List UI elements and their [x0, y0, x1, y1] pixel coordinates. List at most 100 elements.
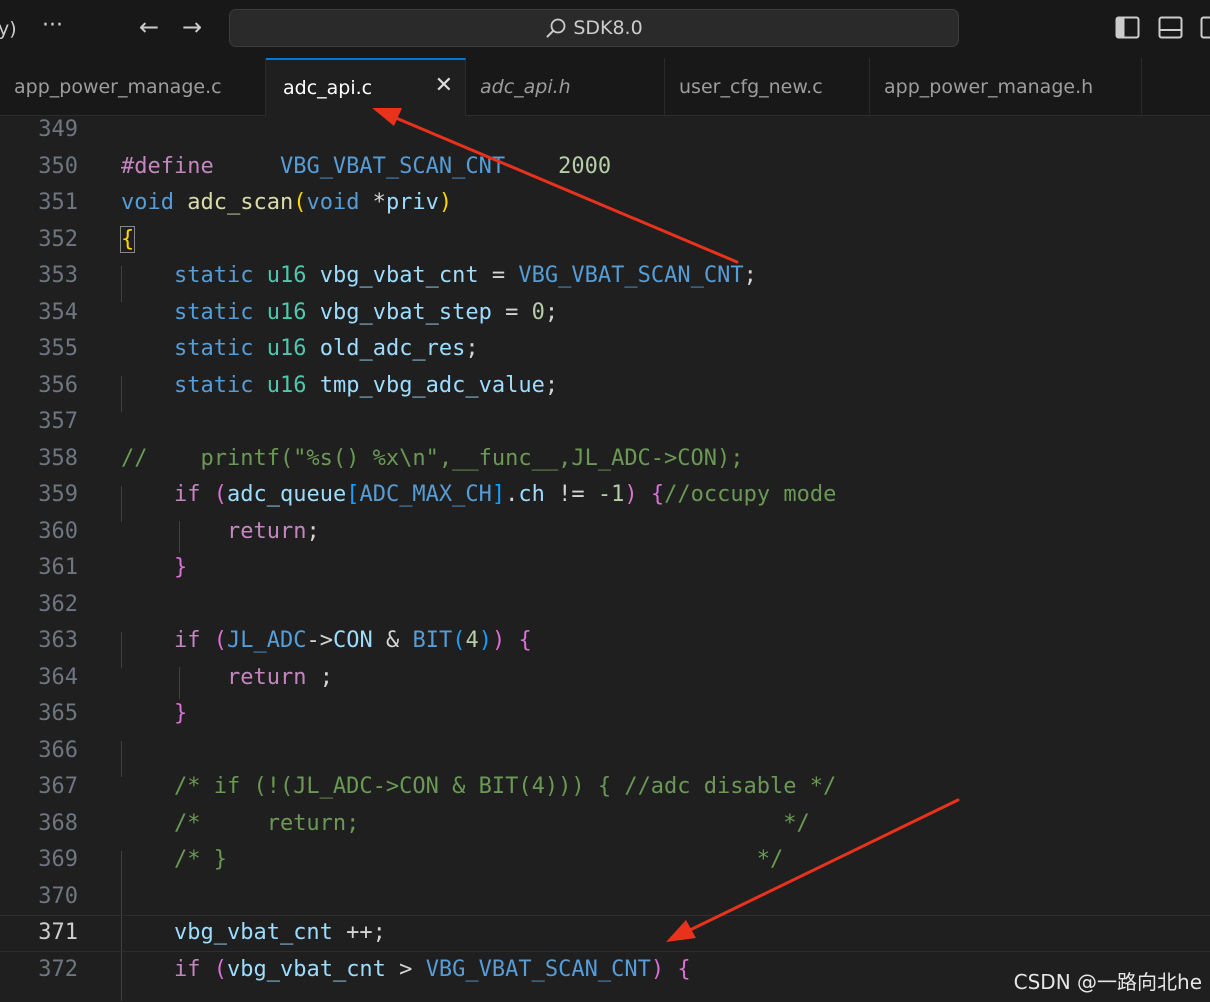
code-line[interactable]: 361 }: [0, 550, 1210, 587]
code-line[interactable]: 369 /* } */: [0, 842, 1210, 879]
code-line[interactable]: 352 {: [0, 222, 1210, 259]
code-line[interactable]: 349: [0, 116, 1210, 149]
line-number: 350: [38, 153, 78, 179]
code-text: if (adc_queue[ADC_MAX_CH].ch != -1) {//o…: [121, 477, 836, 514]
tab-adc-api-h[interactable]: adc_api.h: [466, 58, 665, 115]
tab-app-power-manage-c[interactable]: app_power_manage.c: [0, 58, 266, 115]
code-text: /* } */: [121, 842, 783, 879]
line-number: 354: [38, 299, 78, 325]
code-token: ;: [465, 336, 479, 361]
code-text: if (vbg_vbat_cnt > VBG_VBAT_SCAN_CNT) {: [121, 952, 691, 989]
code-line[interactable]: 350 #define VBG_VBAT_SCAN_CNT 2000: [0, 149, 1210, 186]
code-line[interactable]: 351 void adc_scan(void *priv): [0, 185, 1210, 222]
code-token: static: [173, 299, 254, 325]
code-token: VBG_VBAT_SCAN_CNT: [279, 153, 506, 179]
code-text: return;: [121, 514, 320, 551]
code-text: static u16 tmp_vbg_adc_value;: [121, 368, 558, 405]
code-text: static u16 vbg_vbat_cnt = VBG_VBAT_SCAN_…: [121, 258, 757, 295]
code-token: ): [491, 628, 506, 653]
code-token: VBG_VBAT_SCAN_CNT: [518, 263, 744, 288]
line-number: 364: [38, 664, 78, 690]
code-line[interactable]: 355 static u16 old_adc_res;: [0, 331, 1210, 368]
code-token: vbg_vbat_step: [319, 299, 492, 325]
code-token: adc_scan: [187, 190, 294, 215]
tab-label: app_power_manage.h: [884, 75, 1094, 98]
code-line[interactable]: 359 if (adc_queue[ADC_MAX_CH].ch != -1) …: [0, 477, 1210, 514]
code-line[interactable]: 354 static u16 vbg_vbat_step = 0;: [0, 295, 1210, 332]
code-token: ;: [743, 263, 757, 288]
code-line[interactable]: 365 }: [0, 696, 1210, 733]
tab-label: app_power_manage.c: [14, 75, 222, 98]
code-token: >: [385, 956, 426, 982]
code-token: void: [306, 190, 360, 215]
line-number: 368: [38, 810, 78, 836]
code-line[interactable]: 371 vbg_vbat_cnt ++;: [0, 915, 1210, 952]
code-token: u16: [266, 299, 307, 325]
code-line[interactable]: 368 /* return; */: [0, 806, 1210, 843]
back-arrow-icon[interactable]: ←: [139, 15, 159, 39]
code-token: {: [119, 225, 136, 253]
code-token: }: [173, 555, 188, 580]
code-line[interactable]: 362: [0, 587, 1210, 624]
code-line[interactable]: 356 static u16 tmp_vbg_adc_value;: [0, 368, 1210, 405]
code-text: static u16 old_adc_res;: [121, 331, 479, 368]
code-line[interactable]: 360 return;: [0, 514, 1210, 551]
code-token: static: [173, 263, 254, 288]
code-line[interactable]: 358 // printf("%s() %x\n",__func__,JL_ADC…: [0, 441, 1210, 478]
toggle-primary-sidebar-icon[interactable]: [1115, 16, 1141, 40]
tab-app-power-manage-h[interactable]: app_power_manage.h: [870, 58, 1142, 115]
code-line[interactable]: 363 if (JL_ADC->CON & BIT(4)) {: [0, 623, 1210, 660]
line-number: 365: [38, 701, 78, 726]
code-line[interactable]: 353 static u16 vbg_vbat_cnt = VBG_VBAT_S…: [0, 258, 1210, 295]
line-number: 359: [38, 482, 78, 507]
code-line[interactable]: 366: [0, 733, 1210, 770]
code-token: return: [226, 518, 307, 544]
code-token: ;: [306, 664, 333, 690]
code-line[interactable]: 364 return ;: [0, 660, 1210, 697]
code-line[interactable]: 367 /* if (!(JL_ADC->CON & BIT(4))) { //…: [0, 769, 1210, 806]
line-number: 358: [38, 445, 78, 471]
code-token: (: [213, 956, 227, 982]
editor-tab-bar: app_power_manage.c adc_api.c ✕ adc_api.h…: [0, 58, 1210, 116]
close-icon[interactable]: ✕: [435, 75, 453, 97]
code-token: vbg_vbat_cnt: [173, 920, 333, 945]
code-text: if (JL_ADC->CON & BIT(4)) {: [121, 623, 532, 660]
toggle-secondary-sidebar-icon[interactable]: [1200, 16, 1210, 40]
code-token: // printf("%s() %x\n",__func__,JL_ADC->C…: [121, 445, 744, 471]
more-actions-icon[interactable]: ···: [42, 14, 63, 38]
line-number: 360: [38, 518, 78, 544]
forward-arrow-icon[interactable]: →: [182, 15, 202, 39]
command-center-search[interactable]: SDK8.0: [229, 9, 959, 47]
tab-user-cfg-new-c[interactable]: user_cfg_new.c: [665, 58, 870, 115]
code-line[interactable]: 370: [0, 879, 1210, 916]
code-token: if: [173, 956, 201, 982]
line-number: 355: [38, 336, 78, 361]
code-line[interactable]: 357: [0, 404, 1210, 441]
line-number: 363: [38, 628, 78, 653]
line-number: 367: [38, 774, 78, 799]
code-text: /* if (!(JL_ADC->CON & BIT(4))) { //adc …: [121, 769, 836, 806]
toggle-panel-icon[interactable]: [1158, 16, 1184, 40]
tab-label: adc_api.c: [283, 77, 373, 99]
code-token: vbg_vbat_cnt: [226, 956, 386, 982]
line-number: 357: [38, 409, 78, 434]
code-editor[interactable]: 349 350 #define VBG_VBAT_SCAN_CNT 2000 351 v…: [0, 116, 1210, 1002]
code-token: VBG_VBAT_SCAN_CNT: [425, 956, 651, 982]
code-text: // printf("%s() %x\n",__func__,JL_ADC->C…: [121, 441, 744, 478]
code-token: /* return; */: [173, 810, 810, 836]
tab-adc-api-c[interactable]: adc_api.c ✕: [266, 58, 466, 116]
code-token: ]: [491, 482, 506, 507]
